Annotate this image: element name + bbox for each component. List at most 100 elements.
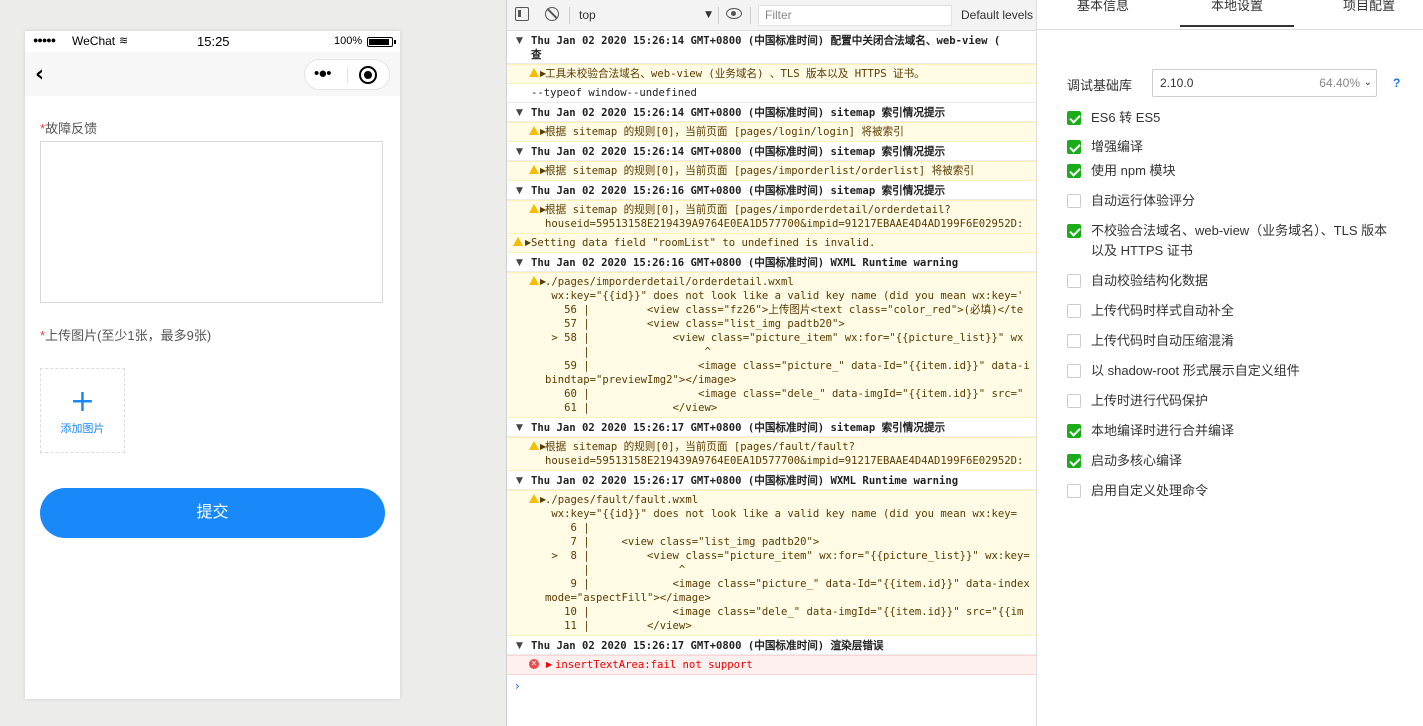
log-group-header[interactable]: ▼ Thu Jan 02 2020 15:26:16 GMT+0800 (中国标准… bbox=[507, 181, 1036, 200]
warning-icon bbox=[529, 126, 539, 135]
expand-arrow-icon[interactable]: ▶ bbox=[546, 658, 552, 672]
setting-option-label: 增强编译 bbox=[1091, 139, 1144, 154]
expand-arrow-icon[interactable]: ▶ bbox=[540, 203, 546, 217]
expand-triangle-icon[interactable]: ▼ bbox=[516, 421, 523, 435]
expand-arrow-icon[interactable]: ▶ bbox=[540, 440, 546, 454]
expand-triangle-icon[interactable]: ▼ bbox=[516, 34, 523, 48]
checkbox-checked[interactable] bbox=[1067, 111, 1081, 125]
console-prompt[interactable]: › bbox=[507, 675, 1036, 693]
log-warning[interactable]: ▶ ./pages/imporderdetail/orderdetail.wxml… bbox=[507, 272, 1036, 418]
checkbox-unchecked[interactable] bbox=[1067, 304, 1081, 318]
checkbox-unchecked[interactable] bbox=[1067, 194, 1081, 208]
expand-triangle-icon[interactable]: ▼ bbox=[516, 184, 523, 198]
checkbox-checked[interactable] bbox=[1067, 140, 1081, 154]
add-image-button[interactable]: + 添加图片 bbox=[40, 368, 125, 453]
checkbox-unchecked[interactable] bbox=[1067, 394, 1081, 408]
expand-triangle-icon[interactable]: ▼ bbox=[516, 256, 523, 270]
setting-option[interactable]: 启动多核心编译 bbox=[1067, 451, 1391, 471]
log-warning[interactable]: ▶ 根据 sitemap 的规则[0]，当前页面 [pages/imporderl… bbox=[507, 161, 1036, 181]
log-warning-text: 根据 sitemap 的规则[0]，当前页面 [pages/imporderde… bbox=[545, 204, 1024, 230]
clear-console-icon[interactable] bbox=[545, 7, 559, 21]
expand-triangle-icon[interactable]: ▼ bbox=[516, 639, 523, 653]
checkbox-unchecked[interactable] bbox=[1067, 364, 1081, 378]
sidebar-toggle-icon[interactable] bbox=[515, 7, 529, 21]
setting-option[interactable]: 自动校验结构化数据 bbox=[1067, 271, 1391, 291]
setting-option[interactable]: ES6 转 ES5 bbox=[1067, 108, 1391, 128]
expand-triangle-icon[interactable]: ▼ bbox=[516, 145, 523, 159]
expand-arrow-icon[interactable]: ▶ bbox=[540, 493, 546, 507]
log-group-header[interactable]: ▼ Thu Jan 02 2020 15:26:17 GMT+0800 (中国标准… bbox=[507, 636, 1036, 655]
expand-arrow-icon[interactable]: ▶ bbox=[540, 125, 546, 139]
log-warning[interactable]: ▶ Setting data field "roomList" to undefi… bbox=[507, 234, 1036, 253]
setting-option-label: 上传代码时自动压缩混淆 bbox=[1091, 333, 1235, 348]
chevron-down-icon: ▼ bbox=[705, 10, 712, 20]
help-icon[interactable]: ? bbox=[1393, 76, 1400, 90]
log-levels-dropdown[interactable]: Default levels bbox=[961, 8, 1033, 22]
setting-option[interactable]: 上传代码时样式自动补全 bbox=[1067, 301, 1391, 321]
log-group-header[interactable]: ▼ Thu Jan 02 2020 15:26:14 GMT+0800 (中国标准… bbox=[507, 142, 1036, 161]
log-group-header[interactable]: ▼ Thu Jan 02 2020 15:26:14 GMT+0800 (中国标准… bbox=[507, 31, 1036, 64]
filter-input[interactable]: Filter bbox=[758, 5, 952, 26]
setting-option-label: 使用 npm 模块 bbox=[1091, 163, 1176, 178]
expand-arrow-icon[interactable]: ▶ bbox=[525, 236, 531, 250]
base-library-select[interactable]: 2.10.0 64.40% ⌄ bbox=[1152, 69, 1377, 97]
close-miniprogram-icon[interactable] bbox=[359, 66, 377, 84]
warning-icon bbox=[529, 165, 539, 174]
setting-option[interactable]: 本地编译时进行合并编译 bbox=[1067, 421, 1391, 441]
add-image-label: 添加图片 bbox=[60, 423, 105, 435]
log-warning-text: 根据 sitemap 的规则[0]，当前页面 [pages/imporderli… bbox=[545, 165, 974, 177]
fault-feedback-textarea[interactable] bbox=[40, 141, 383, 303]
warning-icon bbox=[513, 237, 523, 246]
setting-option[interactable]: 使用 npm 模块 bbox=[1067, 161, 1391, 181]
log-group-header[interactable]: ▼ Thu Jan 02 2020 15:26:16 GMT+0800 (中国标准… bbox=[507, 253, 1036, 272]
checkbox-unchecked[interactable] bbox=[1067, 334, 1081, 348]
setting-option[interactable]: 不校验合法域名、web-view（业务域名）、TLS 版本以及 HTTPS 证书 bbox=[1067, 221, 1391, 261]
tab-basic-info[interactable]: 基本信息 bbox=[1077, 0, 1129, 14]
log-group-header[interactable]: ▼ Thu Jan 02 2020 15:26:17 GMT+0800 (中国标准… bbox=[507, 418, 1036, 437]
expand-triangle-icon[interactable]: ▼ bbox=[516, 106, 523, 120]
setting-option-label: 上传时进行代码保护 bbox=[1091, 393, 1209, 408]
warning-icon bbox=[529, 68, 539, 77]
log-warning[interactable]: ▶ ./pages/fault/fault.wxml wx:key="{{id}}… bbox=[507, 490, 1036, 636]
expand-arrow-icon[interactable]: ▶ bbox=[540, 275, 546, 289]
log-warning[interactable]: ▶ 根据 sitemap 的规则[0]，当前页面 [pages/imporderd… bbox=[507, 200, 1036, 234]
setting-option[interactable]: 增强编译 bbox=[1067, 137, 1391, 157]
fault-feedback-text: 故障反馈 bbox=[45, 121, 98, 136]
log-group-text: Thu Jan 02 2020 15:26:16 GMT+0800 (中国标准时… bbox=[531, 257, 959, 269]
capsule-divider bbox=[347, 67, 348, 83]
more-icon[interactable]: •●• bbox=[314, 65, 332, 82]
log-warning-text: ./pages/imporderdetail/orderdetail.wxml … bbox=[545, 276, 1030, 414]
submit-button[interactable]: 提交 bbox=[40, 488, 385, 538]
tab-local-settings[interactable]: 本地设置 bbox=[1180, 0, 1294, 27]
tab-project-config[interactable]: 项目配置 bbox=[1343, 0, 1395, 14]
live-expression-eye-icon[interactable] bbox=[726, 8, 742, 19]
expand-arrow-icon[interactable]: ▶ bbox=[540, 164, 546, 178]
checkbox-checked[interactable] bbox=[1067, 424, 1081, 438]
checkbox-unchecked[interactable] bbox=[1067, 274, 1081, 288]
checkbox-checked[interactable] bbox=[1067, 454, 1081, 468]
setting-option-label: 以 shadow-root 形式展示自定义组件 bbox=[1091, 363, 1300, 378]
log-warning-text: ./pages/fault/fault.wxml wx:key="{{id}}"… bbox=[545, 494, 1030, 632]
log-error[interactable]: ✕ ▶ insertTextArea:fail not support bbox=[507, 655, 1036, 675]
context-value: top bbox=[579, 8, 596, 22]
checkbox-checked[interactable] bbox=[1067, 224, 1081, 238]
setting-option[interactable]: 自动运行体验评分 bbox=[1067, 191, 1391, 211]
log-warning[interactable]: ▶ 根据 sitemap 的规则[0]，当前页面 [pages/login/log… bbox=[507, 122, 1036, 142]
back-icon[interactable]: ‹ bbox=[35, 62, 44, 87]
log-group-header[interactable]: ▼ Thu Jan 02 2020 15:26:14 GMT+0800 (中国标准… bbox=[507, 103, 1036, 122]
carrier-name: WeChat bbox=[72, 34, 116, 48]
base-library-label: 调试基础库 bbox=[1067, 78, 1133, 93]
log-group-text: Thu Jan 02 2020 15:26:17 GMT+0800 (中国标准时… bbox=[531, 640, 884, 652]
log-warning[interactable]: ▶ 根据 sitemap 的规则[0]，当前页面 [pages/fault/fau… bbox=[507, 437, 1036, 471]
setting-option[interactable]: 以 shadow-root 形式展示自定义组件 bbox=[1067, 361, 1391, 381]
checkbox-unchecked[interactable] bbox=[1067, 484, 1081, 498]
setting-option[interactable]: 上传代码时自动压缩混淆 bbox=[1067, 331, 1391, 351]
expand-triangle-icon[interactable]: ▼ bbox=[516, 474, 523, 488]
setting-option[interactable]: 启用自定义处理命令 bbox=[1067, 481, 1391, 501]
checkbox-checked[interactable] bbox=[1067, 164, 1081, 178]
log-group-header[interactable]: ▼ Thu Jan 02 2020 15:26:17 GMT+0800 (中国标准… bbox=[507, 471, 1036, 490]
log-warning[interactable]: ▶ 工具未校验合法域名、web-view (业务域名) 、TLS 版本以及 HTT… bbox=[507, 64, 1036, 84]
context-select[interactable]: top ▼ bbox=[575, 4, 716, 26]
expand-arrow-icon[interactable]: ▶ bbox=[540, 67, 546, 81]
setting-option[interactable]: 上传时进行代码保护 bbox=[1067, 391, 1391, 411]
